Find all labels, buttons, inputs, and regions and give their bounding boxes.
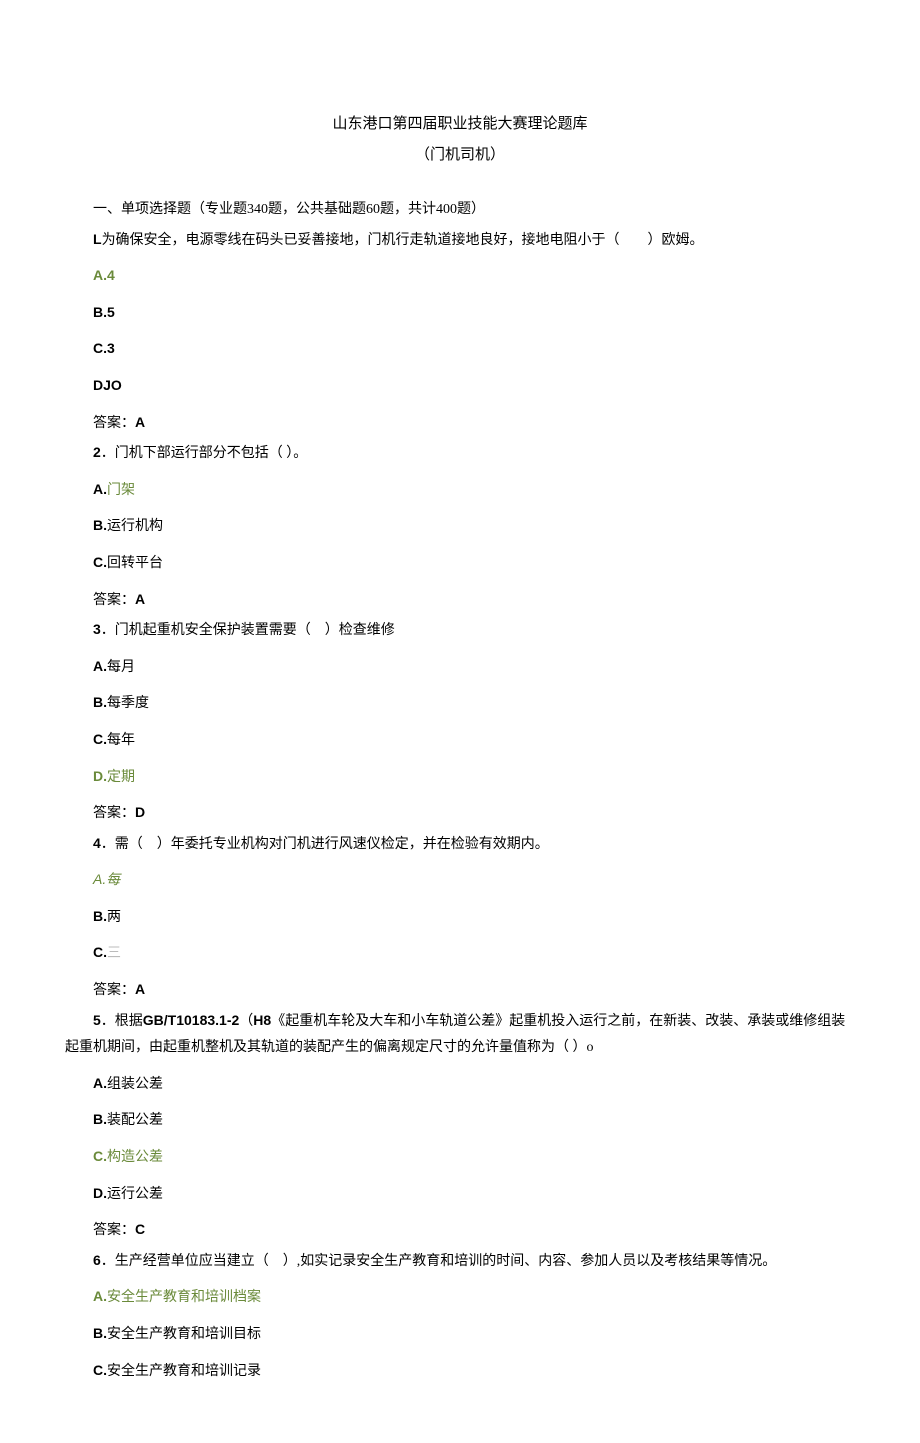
document-page: 山东港口第四届职业技能大赛理论题库 （门机司机） 一、单项选择题（专业题340题… — [0, 0, 920, 1443]
answer-line: 答案：C — [65, 1216, 855, 1245]
stem-text: ．门机起重机安全保护装置需要（ ）检查维修 — [101, 623, 395, 638]
stem-text: ．需（ ）年委托专业机构对门机进行风速仪检定，并在检验有效期内。 — [101, 837, 549, 852]
question-num: L — [93, 231, 102, 247]
option-c: C.构造公差 — [65, 1143, 855, 1172]
option-b: B.5 — [65, 299, 855, 328]
question-num: 2 — [93, 444, 101, 460]
answer-line: 答案：A — [65, 586, 855, 615]
question-1-stem: L为确保安全，电源零线在码头已妥善接地，门机行走轨道接地良好，接地电阻小于（ ）… — [65, 226, 855, 255]
option-a: A.安全生产教育和培训档案 — [65, 1283, 855, 1312]
answer-line: 答案：A — [65, 409, 855, 438]
question-num: 6 — [93, 1252, 101, 1268]
stem-text: 为确保安全，电源零线在码头已妥善接地，门机行走轨道接地良好，接地电阻小于（ ）欧… — [102, 233, 704, 248]
option-b: B.安全生产教育和培训目标 — [65, 1320, 855, 1349]
option-d: DJO — [65, 372, 855, 401]
answer-line: 答案：A — [65, 976, 855, 1005]
question-2-stem: 2．门机下部运行部分不包括（ ）。 — [65, 439, 855, 468]
question-num: 4 — [93, 835, 101, 851]
question-num: 3 — [93, 621, 101, 637]
stem-text: ．生产经营单位应当建立（ ）,如实记录安全生产教育和培训的时间、内容、参加人员以… — [101, 1254, 777, 1269]
option-b: B.每季度 — [65, 689, 855, 718]
question-num: 5 — [93, 1012, 101, 1028]
question-4-stem: 4．需（ ）年委托专业机构对门机进行风速仪检定，并在检验有效期内。 — [65, 830, 855, 859]
page-title: 山东港口第四届职业技能大赛理论题库 — [65, 110, 855, 139]
question-6-stem: 6．生产经营单位应当建立（ ）,如实记录安全生产教育和培训的时间、内容、参加人员… — [65, 1247, 855, 1276]
option-a: A.每 — [65, 866, 855, 895]
option-c: C.3 — [65, 335, 855, 364]
page-subtitle: （门机司机） — [65, 141, 855, 170]
question-3-stem: 3．门机起重机安全保护装置需要（ ）检查维修 — [65, 616, 855, 645]
option-b: B.运行机构 — [65, 512, 855, 541]
option-a: A.组装公差 — [65, 1070, 855, 1099]
option-a: A.门架 — [65, 476, 855, 505]
option-d: D.运行公差 — [65, 1180, 855, 1209]
option-c: C.每年 — [65, 726, 855, 755]
option-d: D.定期 — [65, 763, 855, 792]
stem-text: ．门机下部运行部分不包括（ ）。 — [101, 446, 308, 461]
option-c: C.回转平台 — [65, 549, 855, 578]
option-c: C.三 — [65, 939, 855, 968]
option-b: B.两 — [65, 903, 855, 932]
option-a: A.每月 — [65, 653, 855, 682]
question-5-stem: 5．根据GB/T10183.1-2（H8《起重机车轮及大车和小车轨道公差》起重机… — [65, 1007, 855, 1062]
option-a: A.4 — [65, 262, 855, 291]
option-b: B.装配公差 — [65, 1106, 855, 1135]
option-c: C.安全生产教育和培训记录 — [65, 1357, 855, 1386]
section-header: 一、单项选择题（专业题340题，公共基础题60题，共计400题） — [65, 197, 855, 224]
answer-line: 答案：D — [65, 799, 855, 828]
